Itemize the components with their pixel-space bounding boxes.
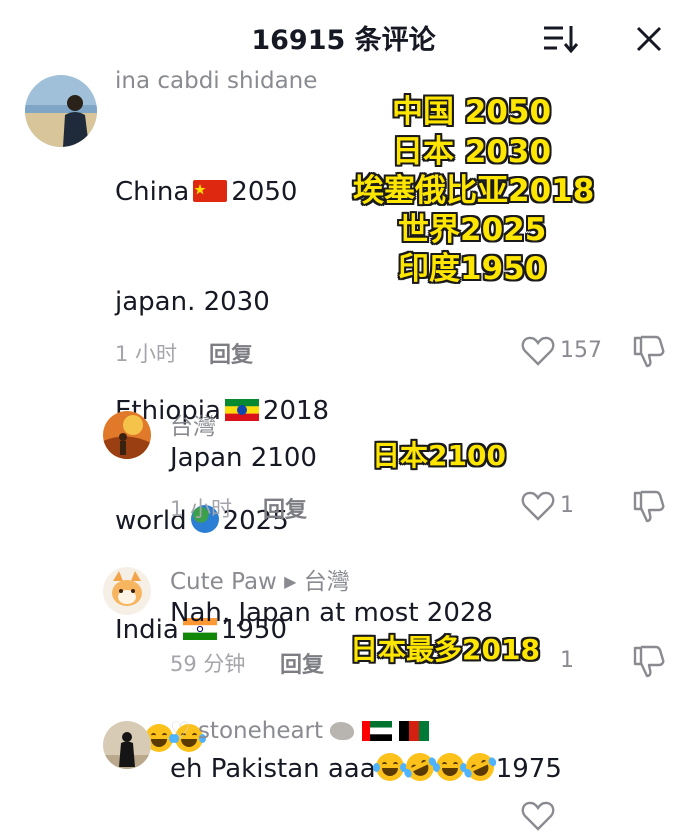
comment-location: 台灣 — [303, 569, 350, 595]
uae-flag-icon — [361, 721, 392, 741]
afghanistan-flag-icon — [398, 721, 429, 741]
like-count: 1 — [560, 493, 574, 518]
rofl-emoji-icon — [461, 748, 499, 786]
like-count: 1 — [560, 648, 574, 673]
comment-username: ♡ stoneheart — [170, 718, 429, 744]
comment-text: Japan 2100 — [170, 443, 317, 473]
reply-button[interactable]: 回复 — [263, 492, 307, 524]
comment-text: Nah, Japan at most 2028 — [170, 598, 493, 628]
heart-icon[interactable] — [521, 800, 555, 832]
caption-overlay: 中国 2050 — [392, 94, 552, 130]
comment-username[interactable]: ina cabdi shidane — [115, 68, 317, 94]
china-flag-icon — [193, 180, 228, 202]
white-heart-icon: ♡ — [170, 718, 191, 744]
comment-line: China 2050 — [115, 177, 298, 207]
like-count: 157 — [560, 338, 602, 363]
username-link[interactable]: stoneheart — [198, 718, 323, 744]
play-arrow-icon: ▶ — [284, 572, 297, 591]
caption-overlay: 日本最多2018 — [350, 633, 540, 666]
caption-overlay: 日本2100 — [372, 439, 506, 472]
avatar[interactable] — [25, 75, 97, 147]
comment-count-title: 16915 条评论 — [251, 25, 436, 56]
comment-time: 59 分钟 — [170, 652, 246, 676]
ethiopia-flag-icon — [224, 399, 259, 421]
laughing-emoji-icon — [372, 753, 407, 781]
avatar[interactable] — [103, 721, 151, 769]
sort-icon[interactable] — [541, 22, 579, 56]
comment-text: eh Pakistan aaa 1975 — [170, 748, 562, 788]
heart-icon[interactable] — [521, 335, 555, 367]
comment-username: Cute Paw ▶ 台灣 — [170, 562, 350, 596]
reply-button[interactable]: 回复 — [280, 647, 324, 679]
dislike-icon[interactable] — [632, 489, 666, 523]
heart-icon[interactable] — [521, 490, 555, 522]
avatar[interactable] — [103, 411, 151, 459]
reply-button[interactable]: 回复 — [209, 337, 253, 369]
comment-time: 1 小时 — [170, 497, 233, 521]
avatar[interactable] — [103, 567, 151, 615]
comment-time: 1 小时 — [115, 342, 178, 366]
rock-icon — [330, 722, 355, 740]
caption-overlay: 印度1950 — [398, 251, 547, 287]
laughing-emoji-icon — [432, 753, 467, 781]
comments-header: 16915 条评论 — [0, 0, 687, 72]
dislike-icon[interactable] — [632, 334, 666, 368]
dislike-icon[interactable] — [632, 644, 666, 678]
close-icon[interactable] — [630, 20, 668, 58]
comment-line: japan. 2030 — [115, 286, 270, 317]
username-link[interactable]: Cute Paw — [170, 569, 277, 595]
comment-username[interactable]: 台灣 — [170, 407, 216, 441]
